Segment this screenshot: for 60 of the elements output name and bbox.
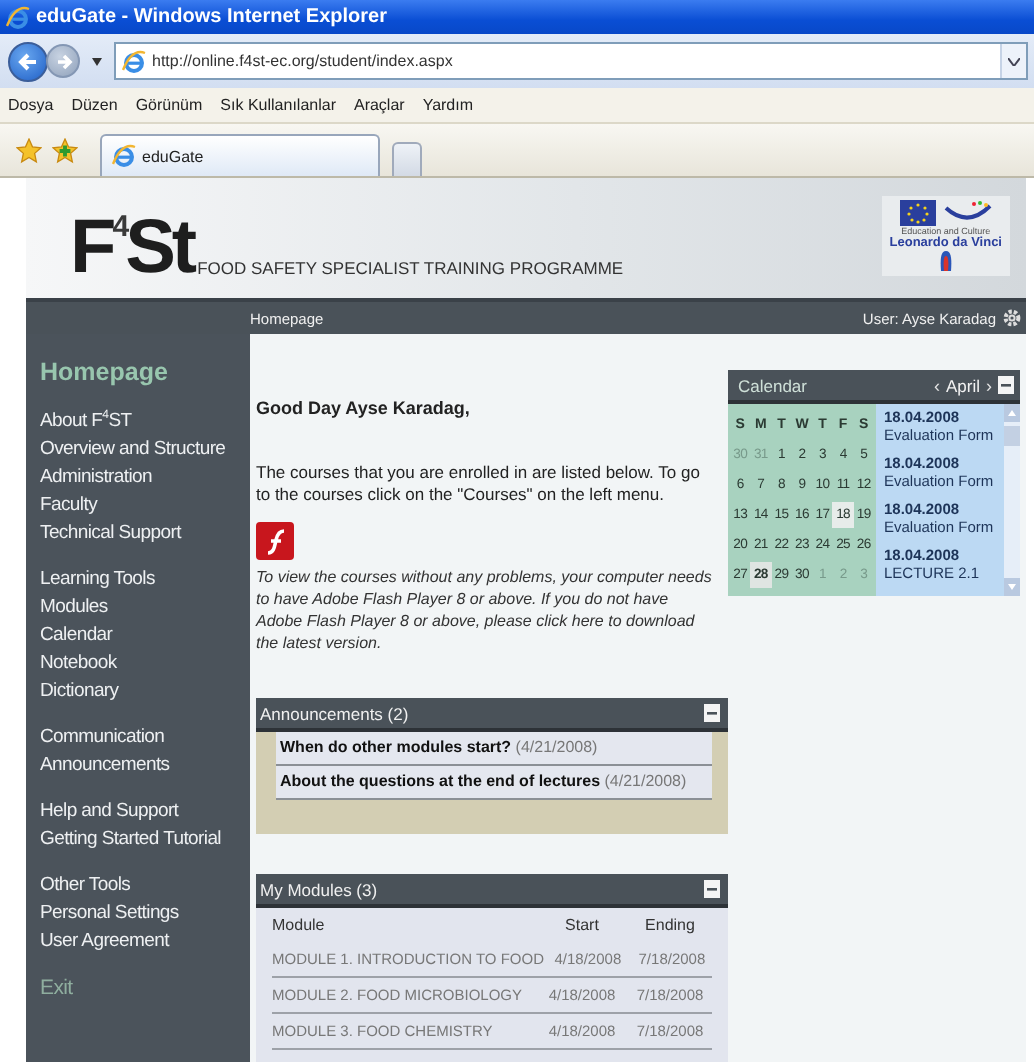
sidebar-link[interactable]: Other Tools bbox=[40, 872, 131, 900]
sidebar-link[interactable]: User Agreement bbox=[40, 928, 169, 956]
window-title: eduGate - Windows Internet Explorer bbox=[36, 6, 387, 28]
month-label: April bbox=[945, 375, 980, 395]
flash-note: To view the courses without any problems, your computer needs to have Adobe Flash Player 8 or above. If you do not have Adobe Flash Player 8 or above, please click here to download the latest version. bbox=[256, 566, 712, 654]
address-field[interactable]: http://online.f4st-ec.org/student/index.aspx bbox=[114, 42, 1028, 80]
flash-icon[interactable] bbox=[256, 522, 294, 560]
browser-icon bbox=[112, 144, 136, 168]
caret-icon[interactable] bbox=[1008, 57, 1020, 65]
sidebar-link[interactable]: Calendar bbox=[40, 622, 113, 650]
scrollbar[interactable] bbox=[1004, 404, 1020, 596]
sidebar-link[interactable]: Learning Tools bbox=[40, 566, 155, 594]
menu-item[interactable]: Düzen bbox=[71, 96, 118, 114]
sidebar-link[interactable]: Personal Settings bbox=[40, 900, 179, 928]
collapse-icon[interactable] bbox=[998, 376, 1014, 394]
announcement-item[interactable]: When do other modules start? (4/21/2008) bbox=[276, 732, 712, 766]
column-header: Module bbox=[272, 914, 327, 938]
announcement-item[interactable]: About the questions at the end of lectures (4/21/2008) bbox=[276, 766, 712, 800]
browser-icon bbox=[122, 49, 146, 73]
column-header: Start bbox=[563, 914, 601, 938]
next-month-button[interactable]: › bbox=[986, 375, 992, 395]
sidebar-link[interactable]: Homepage bbox=[40, 354, 168, 390]
sidebar-link[interactable]: Faculty bbox=[40, 492, 98, 520]
settings-icon[interactable] bbox=[1002, 308, 1022, 328]
sidebar-link[interactable]: Dictionary bbox=[40, 678, 119, 706]
sidebar-link[interactable]: About F$^{4}$ST bbox=[40, 408, 132, 436]
star-icon[interactable] bbox=[16, 138, 42, 164]
sidebar-link[interactable]: Help and Support bbox=[40, 798, 179, 826]
logo: F$^{4}$St bbox=[70, 204, 194, 286]
panel-title: My Modules (3) bbox=[260, 879, 380, 899]
column-header: Ending bbox=[643, 914, 697, 938]
add-favorite-icon[interactable] bbox=[52, 138, 78, 164]
flag-icon bbox=[899, 200, 936, 226]
figure-icon bbox=[937, 250, 954, 272]
prev-month-button[interactable]: ‹ bbox=[933, 375, 940, 395]
calendar-title: Calendar bbox=[738, 375, 809, 395]
caret-icon[interactable] bbox=[92, 57, 102, 65]
browser-icon bbox=[6, 5, 30, 29]
sidebar-link[interactable]: Technical Support bbox=[40, 520, 181, 548]
collapse-icon[interactable] bbox=[704, 704, 720, 722]
menu-item[interactable]: Sık Kullanılanlar bbox=[220, 96, 336, 114]
menu-item[interactable]: Yardım bbox=[422, 96, 474, 114]
panel-title: Announcements (2) bbox=[260, 703, 411, 723]
menu-item[interactable]: Dosya bbox=[8, 96, 54, 114]
sidebar-link[interactable]: Overview and Structure bbox=[40, 436, 226, 464]
dropdown-button[interactable] bbox=[1000, 44, 1026, 78]
tagline: FOOD SAFETY SPECIALIST TRAINING PROGRAMME bbox=[197, 258, 624, 278]
intro-text: The courses that you are enrolled in are listed below. To go to the courses click on the "Courses" on the left menu. bbox=[256, 462, 702, 506]
sidebar-link[interactable]: Modules bbox=[40, 594, 108, 622]
sidebar-link[interactable]: Administration bbox=[40, 464, 152, 492]
menu-item[interactable]: Görünüm bbox=[135, 96, 203, 114]
greeting-text: Good Day Ayse Karadag, bbox=[256, 398, 470, 418]
sidebar-link[interactable]: Getting Started Tutorial bbox=[40, 826, 221, 854]
sidebar-link[interactable]: Notebook bbox=[40, 650, 117, 678]
sidebar-link[interactable]: Announcements bbox=[40, 752, 170, 780]
menu-item[interactable]: Araçlar bbox=[353, 96, 405, 114]
swoosh-icon bbox=[943, 200, 992, 226]
collapse-icon[interactable] bbox=[704, 880, 720, 898]
browser-tab[interactable]: eduGate bbox=[100, 134, 380, 176]
sidebar-link[interactable]: Communication bbox=[40, 724, 165, 752]
